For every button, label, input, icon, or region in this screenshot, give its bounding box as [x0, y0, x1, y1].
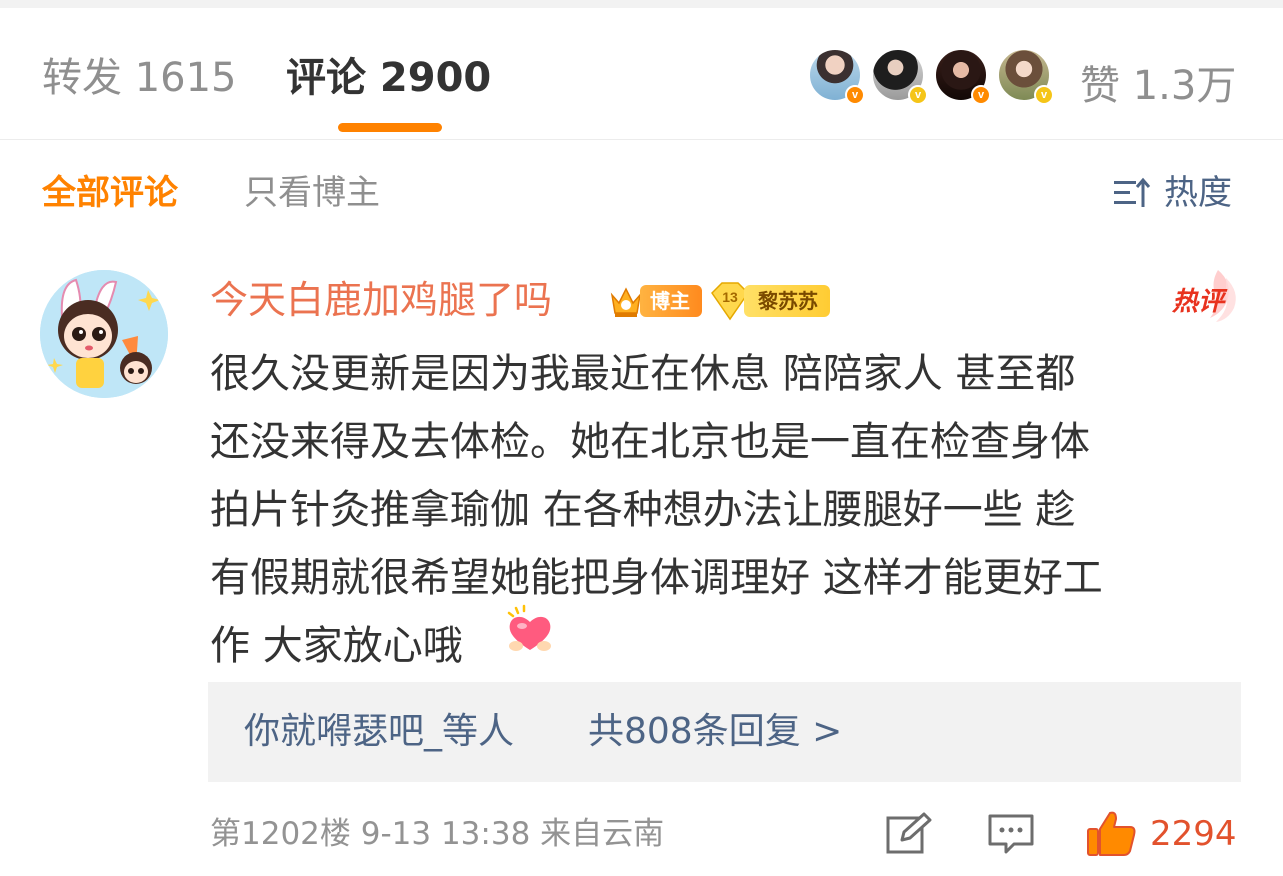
commenter-avatar[interactable] — [40, 270, 168, 398]
reply-users[interactable]: 你就嘚瑟吧_等人 — [244, 708, 514, 756]
filter-all-comments[interactable]: 全部评论 — [42, 170, 178, 216]
hot-comment-label: 热评 — [1171, 287, 1228, 317]
verified-badge-icon: v — [1034, 85, 1054, 105]
verified-badge-icon: v — [908, 85, 928, 105]
tab-comments[interactable]: 评论 2900 — [286, 52, 491, 104]
blogger-badge-label: 博主 — [640, 285, 702, 317]
comment-username[interactable]: 今天白鹿加鸡腿了吗 — [210, 275, 552, 325]
tab-repost[interactable]: 转发 1615 — [42, 52, 237, 104]
verified-badge-icon: v — [971, 85, 991, 105]
like-count: 2294 — [1150, 814, 1237, 854]
hot-comment-tag: 热评 — [1171, 270, 1236, 322]
liker-avatar[interactable]: v — [871, 48, 928, 105]
liker-avatar[interactable]: v — [934, 48, 991, 105]
liker-avatar[interactable]: v — [808, 48, 865, 105]
heart-emoji-icon — [507, 604, 551, 651]
verified-badge-icon: v — [845, 85, 865, 105]
comment-meta: 第1202楼 9-13 13:38 来自云南 — [210, 816, 665, 852]
sort-button[interactable]: 热度 — [1112, 170, 1232, 216]
post-like-count[interactable]: 赞 1.3万 — [1080, 60, 1236, 112]
blogger-badge: 博主 — [606, 282, 702, 320]
edit-icon[interactable] — [884, 812, 932, 856]
sort-icon — [1114, 177, 1151, 207]
fan-level-badge: 13 黎苏苏 — [708, 282, 830, 321]
reply-count-link[interactable]: 共808条回复 > — [588, 708, 842, 756]
fan-level-number: 13 — [722, 289, 738, 305]
top-strip — [0, 0, 1283, 8]
fan-badge-label: 黎苏苏 — [744, 285, 830, 317]
replies-preview[interactable]: 你就嘚瑟吧_等人 共808条回复 > — [208, 682, 1241, 782]
sort-label: 热度 — [1164, 173, 1232, 213]
comment-text: 很久没更新是因为我最近在休息 陪陪家人 甚至都 还没来得及去体检。她在北京也是一… — [210, 351, 1103, 669]
comment-icon[interactable] — [986, 812, 1036, 856]
liker-avatar[interactable]: v — [997, 48, 1054, 105]
thumbs-up-icon — [1087, 811, 1136, 856]
like-button[interactable]: 2294 — [1086, 806, 1237, 862]
active-tab-indicator — [338, 123, 442, 132]
filter-blogger-only[interactable]: 只看博主 — [244, 170, 380, 216]
tab-bar: 转发 1615 评论 2900 v v v v 赞 1.3万 — [0, 8, 1283, 140]
